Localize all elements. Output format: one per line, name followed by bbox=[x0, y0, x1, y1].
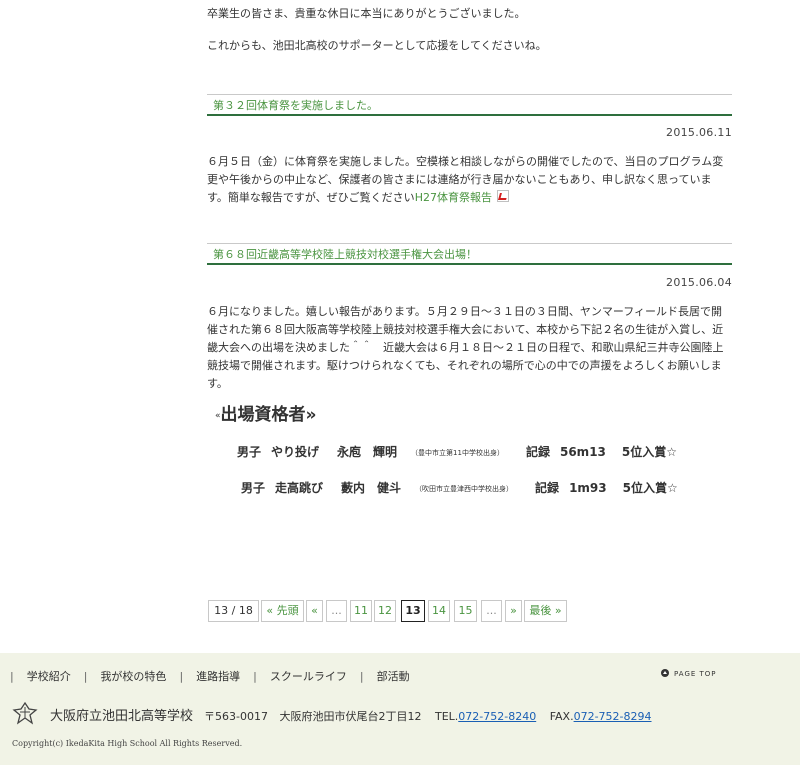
first-page-link[interactable]: « 先頭 bbox=[261, 600, 304, 622]
page-link-14[interactable]: 14 bbox=[428, 600, 450, 622]
qualifier-record: 1m93 bbox=[569, 481, 607, 495]
heading-right-quote: » bbox=[305, 405, 317, 425]
footer-nav-separator: | bbox=[179, 670, 184, 683]
pdf-icon bbox=[496, 190, 509, 202]
qualifier-row: 男子 走高跳び 藪内 健斗 （吹田市立豊津西中学校出身） 記録 1m93 5位入賞☆ bbox=[241, 479, 678, 496]
post-body: ６月５日（金）に体育祭を実施しました。空模様と相談しながらの開催でしたので、当日… bbox=[207, 153, 732, 207]
qualifier-name: 藪内 健斗 bbox=[341, 481, 402, 495]
qualifier-record-label: 記録 bbox=[525, 445, 550, 459]
last-page-link[interactable]: 最後 » bbox=[524, 600, 567, 622]
qualifier-record: 56m13 bbox=[559, 445, 606, 459]
copyright: Copyright(c) IkedaKita High School All R… bbox=[12, 739, 243, 748]
intro-text-1: 卒業生の皆さま、貴重な休日に本当にありがとうございました。 bbox=[207, 7, 526, 20]
post-title-kinki-championship[interactable]: 第６８回近畿高等学校陸上競技対校選手権大会出場！ bbox=[207, 243, 732, 265]
footer-nav-separator: | bbox=[253, 670, 257, 683]
qualifiers-heading: «出場資格者» bbox=[215, 400, 317, 425]
qualifier-school: （豊中市立第11中学校出身） bbox=[411, 449, 504, 457]
pagination-ellipsis: ... bbox=[326, 600, 347, 622]
footer-nav-separator: | bbox=[359, 670, 364, 683]
page-link-15[interactable]: 15 bbox=[454, 600, 477, 622]
fax-label: FAX. bbox=[549, 710, 574, 723]
postal-code: 〒563-0017 bbox=[204, 710, 268, 723]
next-page-link[interactable]: » bbox=[505, 600, 522, 622]
qualifier-row: 男子 やり投げ 永庖 輝明 （豊中市立第11中学校出身） 記録 56m13 5位入賞☆ bbox=[237, 443, 677, 460]
qualifier-event: やり投げ bbox=[271, 445, 320, 459]
qualifier-gender: 男子 bbox=[241, 481, 266, 495]
contact-info: 〒563-0017 大阪府池田市伏尾台2丁目12 TEL.072-752-824… bbox=[204, 708, 652, 724]
qualifier-school: （吹田市立豊津西中学校出身） bbox=[415, 485, 514, 493]
qualifier-name: 永庖 輝明 bbox=[337, 445, 398, 459]
footer: | 学校紹介 | 我が校の特色 | 進路指導 | スクールライフ | 部活動 PAGE TOP 大… bbox=[0, 653, 800, 765]
school-logo-icon bbox=[12, 701, 38, 725]
qualifier-rank: 5位入賞☆ bbox=[622, 481, 678, 495]
tel-label: TEL. bbox=[434, 710, 459, 723]
page-link-11[interactable]: 11 bbox=[350, 600, 372, 622]
current-page: 13 bbox=[401, 600, 425, 622]
qualifier-gender: 男子 bbox=[237, 445, 262, 459]
qualifier-rank: 5位入賞☆ bbox=[621, 445, 677, 459]
post-body: ６月になりました。嬉しい報告があります。５月２９日～３１日の３日間、ヤンマーフィ… bbox=[207, 305, 724, 390]
page-top-button[interactable]: PAGE TOP bbox=[661, 669, 717, 678]
prev-page-link[interactable]: « bbox=[306, 600, 323, 622]
post-date: 2015.06.11 bbox=[666, 126, 732, 139]
post-date: 2015.06.04 bbox=[666, 276, 732, 289]
footer-link-career[interactable]: 進路指導 bbox=[196, 670, 240, 683]
tel-link[interactable]: 072-752-8240 bbox=[458, 710, 536, 723]
post-title-sports-festival[interactable]: 第３２回体育祭を実施しました。 bbox=[207, 94, 732, 116]
fax-link[interactable]: 072-752-8294 bbox=[574, 710, 652, 723]
footer-link-features[interactable]: 我が校の特色 bbox=[100, 670, 166, 683]
address-text: 大阪府池田市伏尾台2丁目12 bbox=[279, 710, 422, 723]
school-name: 大阪府立池田北高等学校 bbox=[50, 709, 194, 724]
pagination-ellipsis: ... bbox=[481, 600, 502, 622]
footer-link-school-intro[interactable]: 学校紹介 bbox=[27, 670, 71, 683]
footer-nav: | 学校紹介 | 我が校の特色 | 進路指導 | スクールライフ | 部活動 bbox=[0, 668, 410, 684]
arrow-up-icon bbox=[661, 669, 669, 677]
qualifier-event: 走高跳び bbox=[275, 481, 324, 495]
qualifier-record-label: 記録 bbox=[535, 481, 560, 495]
sports-festival-report-link[interactable]: H27体育祭報告 bbox=[415, 191, 492, 204]
heading-text: 出場資格者 bbox=[220, 405, 306, 425]
footer-nav-separator: | bbox=[83, 670, 88, 683]
footer-link-school-life[interactable]: スクールライフ bbox=[270, 670, 347, 683]
footer-nav-separator: | bbox=[10, 670, 14, 683]
page-link-12[interactable]: 12 bbox=[374, 600, 396, 622]
page-top-label: PAGE TOP bbox=[674, 670, 717, 678]
footer-link-clubs[interactable]: 部活動 bbox=[377, 670, 410, 683]
page-count: 13 / 18 bbox=[208, 600, 259, 622]
intro-text-2: これからも、池田北高校のサポーターとして応援をしてくださいね。 bbox=[207, 39, 547, 52]
